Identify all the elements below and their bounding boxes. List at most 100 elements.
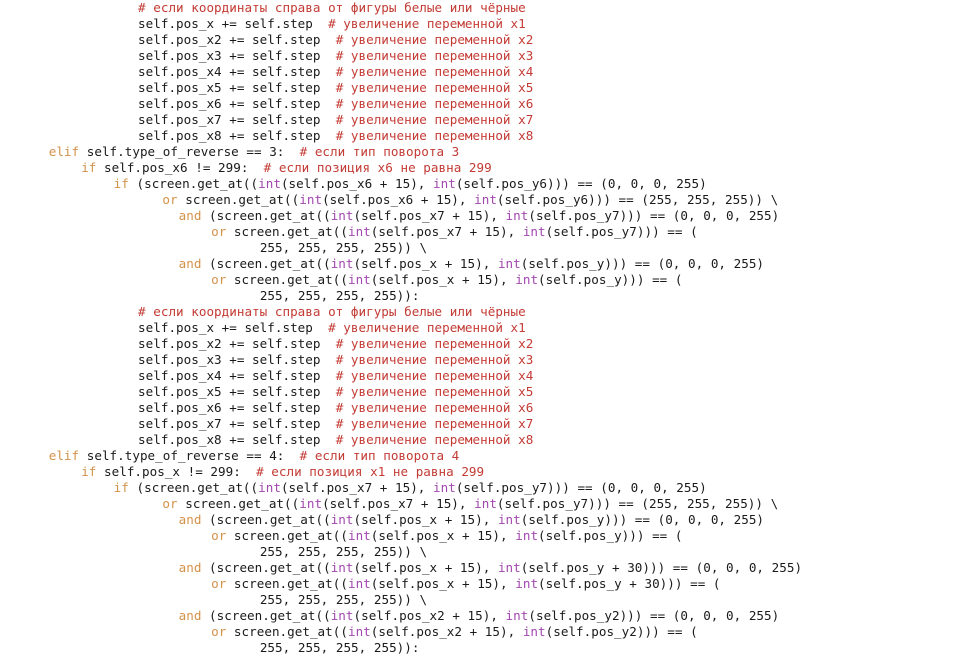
code-token-keyword: elif: [48, 144, 80, 159]
code-line[interactable]: 255, 255, 255, 255)):: [0, 288, 954, 304]
code-line[interactable]: if self.pos_x != 299: # если позиция x1 …: [0, 464, 954, 480]
code-token-plain: (screen.get_at((: [201, 608, 331, 623]
code-line[interactable]: self.pos_x2 += self.step # увеличение пе…: [0, 336, 954, 352]
code-line[interactable]: or screen.get_at((int(self.pos_x7 + 15),…: [0, 496, 954, 512]
code-line[interactable]: self.pos_x2 += self.step # увеличение пе…: [0, 32, 954, 48]
code-token-plain: (self.pos_x6 + 15),: [322, 192, 475, 207]
code-token-builtin: int: [474, 192, 497, 207]
code-line[interactable]: self.pos_x += self.step # увеличение пер…: [0, 16, 954, 32]
code-line[interactable]: or screen.get_at((int(self.pos_x7 + 15),…: [0, 224, 954, 240]
code-token-plain: (self.pos_x + 15),: [353, 256, 498, 271]
code-token-plain: 255, 255, 255, 255)):: [259, 640, 420, 655]
code-line[interactable]: self.pos_x6 += self.step # увеличение пе…: [0, 96, 954, 112]
code-line[interactable]: self.pos_x6 += self.step # увеличение пе…: [0, 400, 954, 416]
code-line[interactable]: self.pos_x3 += self.step # увеличение пе…: [0, 352, 954, 368]
code-line[interactable]: and (screen.get_at((int(self.pos_x + 15)…: [0, 256, 954, 272]
code-token-keyword: or: [211, 272, 227, 287]
code-line[interactable]: or screen.get_at((int(self.pos_x + 15), …: [0, 576, 954, 592]
code-token-keyword: or: [211, 624, 227, 639]
code-line[interactable]: or screen.get_at((int(self.pos_x + 15), …: [0, 528, 954, 544]
code-line[interactable]: self.pos_x3 += self.step # увеличение пе…: [0, 48, 954, 64]
code-line[interactable]: self.pos_x7 += self.step # увеличение пе…: [0, 416, 954, 432]
code-line[interactable]: and (screen.get_at((int(self.pos_x + 15)…: [0, 512, 954, 528]
code-token-keyword: or: [211, 528, 227, 543]
code-token-builtin: int: [522, 224, 546, 239]
code-token-comment: # увеличение переменной x5: [335, 80, 534, 95]
code-line[interactable]: elif self.type_of_reverse == 3: # если т…: [0, 144, 954, 160]
code-token-builtin: int: [258, 480, 281, 495]
code-token-plain: self.pos_x += self.step: [138, 320, 329, 335]
code-token-builtin: int: [515, 528, 539, 543]
code-token-comment: # увеличение переменной x8: [335, 432, 534, 447]
code-token-keyword: or: [211, 576, 227, 591]
code-token-comment: # если координаты справа от фигуры белые…: [138, 304, 526, 319]
code-line[interactable]: elif self.type_of_reverse == 4: # если т…: [0, 448, 954, 464]
code-line[interactable]: or screen.get_at((int(self.pos_x6 + 15),…: [0, 192, 954, 208]
code-token-comment: # если тип поворота 3: [299, 144, 460, 159]
code-line[interactable]: if (screen.get_at((int(self.pos_x7 + 15)…: [0, 480, 954, 496]
code-line[interactable]: self.pos_x4 += self.step # увеличение пе…: [0, 368, 954, 384]
code-token-plain: self.pos_x != 299:: [96, 464, 257, 479]
code-line[interactable]: or screen.get_at((int(self.pos_x2 + 15),…: [0, 624, 954, 640]
code-line[interactable]: # если координаты справа от фигуры белые…: [0, 0, 954, 16]
code-token-comment: # если тип поворота 4: [299, 448, 460, 463]
code-token-plain: (self.pos_y))) == (0, 0, 0, 255): [520, 256, 765, 271]
code-token-builtin: int: [330, 560, 354, 575]
code-token-comment: # увеличение переменной x5: [335, 384, 534, 399]
code-token-builtin: int: [258, 176, 281, 191]
code-token-builtin: int: [299, 192, 323, 207]
code-token-comment: # увеличение переменной x4: [335, 64, 534, 79]
code-token-keyword: if: [81, 464, 97, 479]
code-line[interactable]: self.pos_x4 += self.step # увеличение пе…: [0, 64, 954, 80]
code-token-keyword: if: [81, 160, 97, 175]
code-line[interactable]: or screen.get_at((int(self.pos_x + 15), …: [0, 272, 954, 288]
code-token-builtin: int: [347, 224, 371, 239]
code-line[interactable]: self.pos_x8 += self.step # увеличение пе…: [0, 128, 954, 144]
code-token-comment: # увеличение переменной x4: [335, 368, 534, 383]
code-token-comment: # увеличение переменной x3: [335, 48, 534, 63]
code-token-plain: self.pos_x2 += self.step: [138, 336, 336, 351]
code-token-builtin: int: [299, 496, 323, 511]
code-token-keyword: elif: [48, 448, 80, 463]
code-token-builtin: int: [330, 608, 354, 623]
code-token-plain: (screen.get_at((: [201, 512, 331, 527]
code-token-builtin: int: [433, 480, 456, 495]
code-token-builtin: int: [497, 256, 521, 271]
code-token-plain: 255, 255, 255, 255)):: [259, 288, 420, 303]
code-token-comment: # увеличение переменной x7: [335, 416, 534, 431]
code-token-comment: # если позиция x6 не равна 299: [263, 160, 492, 175]
code-line[interactable]: self.pos_x += self.step # увеличение пер…: [0, 320, 954, 336]
code-token-plain: (screen.get_at((: [128, 480, 259, 495]
code-token-plain: self.pos_x5 += self.step: [138, 80, 336, 95]
code-token-builtin: int: [347, 528, 371, 543]
code-line[interactable]: and (screen.get_at((int(self.pos_x2 + 15…: [0, 608, 954, 624]
code-token-keyword: and: [178, 208, 202, 223]
code-token-comment: # увеличение переменной x7: [335, 112, 534, 127]
code-line[interactable]: if self.pos_x6 != 299: # если позиция x6…: [0, 160, 954, 176]
code-token-plain: (self.pos_x + 15),: [370, 272, 516, 287]
code-token-builtin: int: [497, 560, 521, 575]
code-line[interactable]: and (screen.get_at((int(self.pos_x + 15)…: [0, 560, 954, 576]
code-token-plain: (self.pos_y7))) == (: [545, 224, 698, 239]
code-editor-viewport[interactable]: # если координаты справа от фигуры белые…: [0, 0, 954, 659]
code-line[interactable]: # если координаты справа от фигуры белые…: [0, 304, 954, 320]
code-line[interactable]: self.pos_x5 += self.step # увеличение пе…: [0, 384, 954, 400]
code-token-plain: self.type_of_reverse == 3:: [79, 144, 300, 159]
code-line[interactable]: self.pos_x5 += self.step # увеличение пе…: [0, 80, 954, 96]
code-token-plain: (self.pos_y6))) == (255, 255, 255)) \: [496, 192, 779, 207]
code-token-comment: # увеличение переменной x8: [335, 128, 534, 143]
code-token-plain: self.pos_x6 += self.step: [138, 96, 336, 111]
code-line[interactable]: if (screen.get_at((int(self.pos_x6 + 15)…: [0, 176, 954, 192]
code-line[interactable]: and (screen.get_at((int(self.pos_x7 + 15…: [0, 208, 954, 224]
code-line[interactable]: 255, 255, 255, 255)):: [0, 640, 954, 656]
code-line[interactable]: 255, 255, 255, 255)) \: [0, 592, 954, 608]
code-line[interactable]: 255, 255, 255, 255)) \: [0, 240, 954, 256]
code-token-plain: self.pos_x4 += self.step: [138, 368, 336, 383]
code-line[interactable]: self.pos_x8 += self.step # увеличение пе…: [0, 432, 954, 448]
code-token-comment: # увеличение переменной x6: [335, 96, 534, 111]
code-token-plain: (self.pos_y7))) == (0, 0, 0, 255): [455, 480, 707, 495]
code-line[interactable]: self.pos_x7 += self.step # увеличение пе…: [0, 112, 954, 128]
code-token-plain: (self.pos_x7 + 15),: [322, 496, 475, 511]
code-line[interactable]: 255, 255, 255, 255)) \: [0, 544, 954, 560]
code-token-plain: (self.pos_x6 + 15),: [280, 176, 433, 191]
